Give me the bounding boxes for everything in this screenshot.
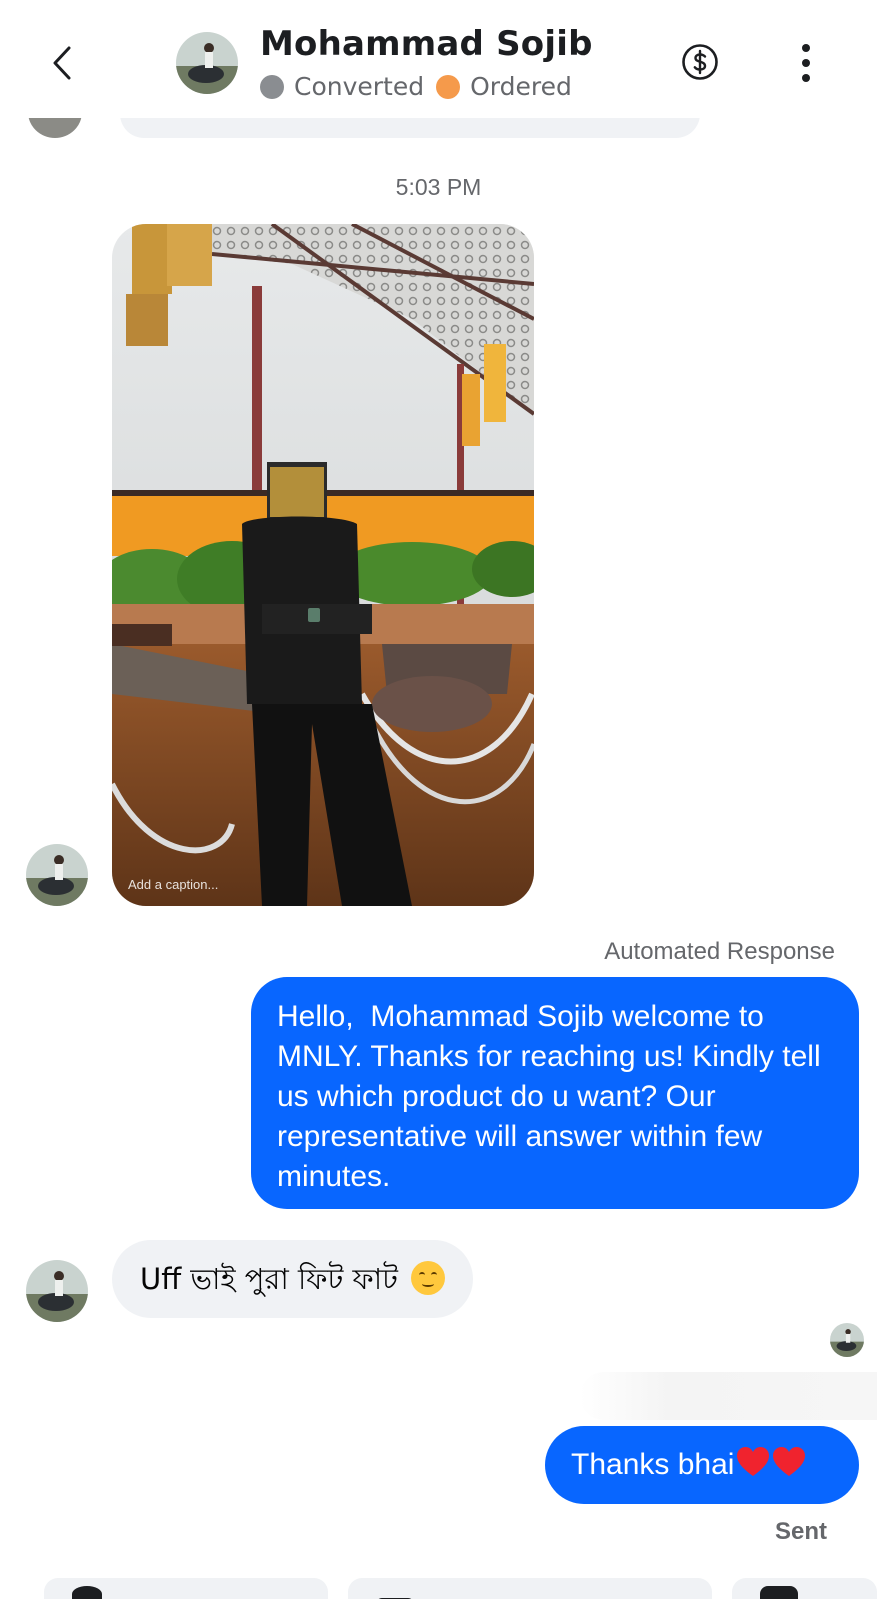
redacted-area [580, 1372, 877, 1420]
photo-caption: Add a caption... [128, 877, 219, 892]
read-receipt-avatar [830, 1323, 864, 1357]
automated-response-label: Automated Response [604, 938, 835, 965]
incoming-message[interactable]: Uff ভাই পুরা ফিট ফাট [112, 1240, 474, 1318]
quick-action-chip[interactable] [348, 1578, 712, 1599]
contact-tags: Converted Ordered [260, 72, 584, 101]
red-heart-icon [773, 1447, 806, 1476]
back-button[interactable] [44, 40, 80, 86]
contact-avatar[interactable] [176, 32, 238, 94]
chevron-left-icon [53, 46, 71, 80]
quick-actions-bar [0, 1578, 877, 1599]
face-savoring-food-icon [411, 1261, 446, 1295]
quick-action-chip[interactable] [44, 1578, 328, 1599]
more-options-button[interactable] [796, 44, 816, 82]
tag-converted[interactable]: Converted [260, 72, 424, 101]
outgoing-message[interactable]: Hello, Mohammad Sojib welcome to MNLY. T… [251, 977, 859, 1209]
message-status: Sent [774, 1518, 827, 1545]
contact-name[interactable]: Mohammad Sojib [260, 24, 593, 64]
message-timestamp: 5:03 PM [395, 174, 482, 200]
status-dot [260, 74, 284, 99]
chat-header: Mohammad Sojib Converted Ordered [0, 0, 877, 118]
message-text: Uff ভাই পুরা ফিট ফাট [140, 1262, 398, 1296]
outgoing-message[interactable]: Thanks bhai [545, 1426, 859, 1504]
photo-message[interactable]: Add a caption... [112, 224, 534, 906]
tag-ordered[interactable]: Ordered [436, 72, 572, 101]
status-dot [436, 74, 461, 99]
dollar-circle-icon [682, 44, 718, 80]
avatar[interactable] [26, 844, 88, 906]
payment-button[interactable] [681, 43, 719, 81]
avatar[interactable] [26, 1260, 88, 1322]
red-heart-icon [737, 1447, 770, 1476]
tag-label: Converted [294, 72, 425, 101]
quick-action-chip[interactable] [732, 1578, 877, 1599]
message-text: Thanks bhai [571, 1448, 735, 1481]
more-vertical-icon [802, 44, 810, 52]
tag-label: Ordered [470, 72, 572, 101]
